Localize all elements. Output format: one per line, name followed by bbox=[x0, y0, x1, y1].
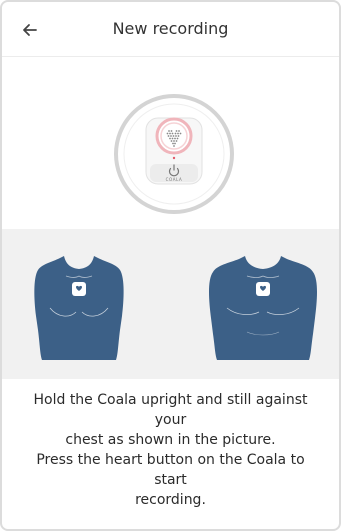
instructions-text: Hold the Coala upright and still against… bbox=[24, 390, 317, 510]
instruction-line-1: Hold the Coala upright and still against… bbox=[33, 392, 308, 428]
instruction-line-3: Press the heart button on the Coala to s… bbox=[36, 452, 305, 488]
placement-illustration-panel bbox=[2, 229, 339, 379]
arrow-left-icon bbox=[23, 24, 37, 36]
back-button[interactable] bbox=[16, 16, 44, 44]
torso-front-icon bbox=[34, 256, 124, 360]
screen: New recording COALA Hold the Coala uprig… bbox=[0, 0, 341, 531]
device-ring: COALA bbox=[112, 92, 236, 216]
instruction-line-2: chest as shown in the picture. bbox=[65, 432, 276, 448]
page-title: New recording bbox=[112, 19, 229, 38]
top-bar: New recording bbox=[2, 2, 339, 57]
coala-device-icon: COALA bbox=[114, 94, 234, 214]
brand-label: COALA bbox=[166, 177, 183, 182]
device-illustration: COALA bbox=[2, 57, 339, 227]
instruction-line-4: recording. bbox=[135, 492, 206, 508]
torso-front-icon-2 bbox=[209, 256, 317, 360]
